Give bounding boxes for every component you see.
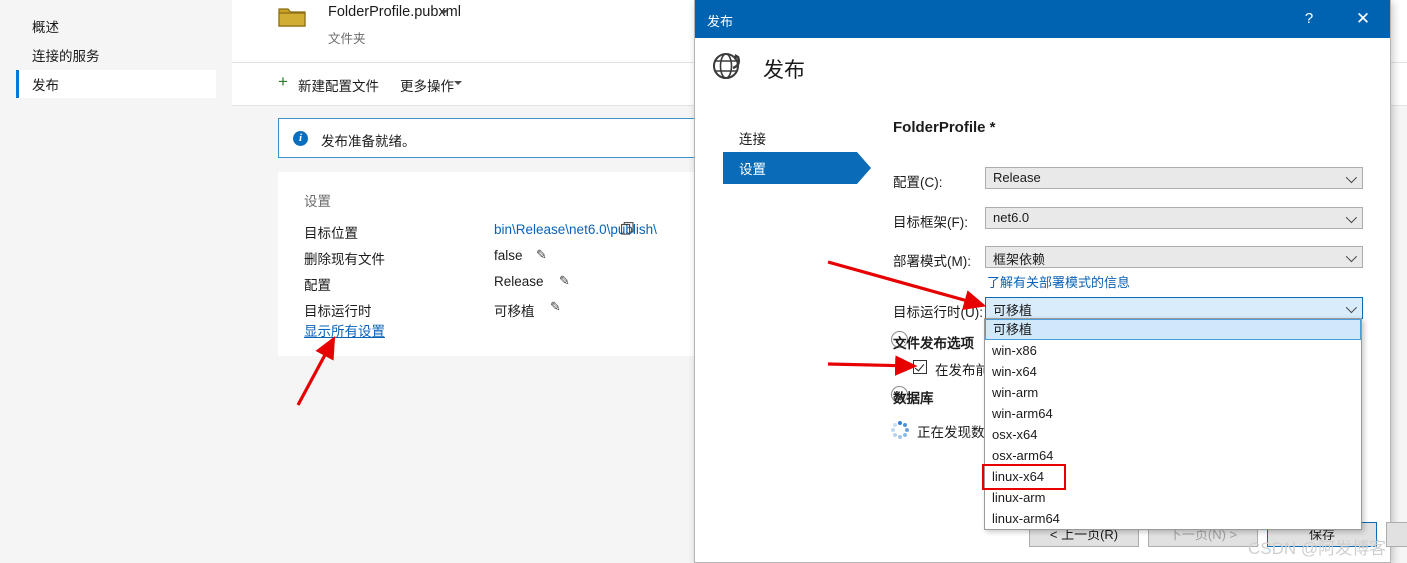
field-label-deployment-mode: 部署模式(M): bbox=[893, 254, 971, 269]
setting-label-delete-existing: 删除现有文件 bbox=[304, 252, 385, 267]
target-runtime-value: 可移植 bbox=[993, 303, 1033, 318]
setting-value-configuration: Release bbox=[494, 274, 544, 289]
setting-label-target-runtime: 目标运行时 bbox=[304, 304, 372, 319]
field-label-target-framework: 目标框架(F): bbox=[893, 215, 968, 230]
target-runtime-dropdown-list[interactable]: 可移植 win-x86 win-x64 win-arm win-arm64 os… bbox=[984, 318, 1362, 530]
chevron-down-icon[interactable] bbox=[440, 10, 448, 14]
dialog-nav-label: 设置 bbox=[739, 162, 766, 177]
new-profile-button[interactable]: 新建配置文件 bbox=[298, 75, 379, 95]
publish-precheck-checkbox[interactable] bbox=[913, 360, 927, 374]
sidebar-item-label: 连接的服务 bbox=[32, 49, 100, 64]
dialog-header: 发布 bbox=[695, 38, 1390, 100]
show-all-settings-link[interactable]: 显示所有设置 bbox=[304, 320, 385, 340]
loading-spinner-icon bbox=[891, 421, 909, 439]
setting-label-target-location: 目标位置 bbox=[304, 226, 358, 241]
dropdown-option-win-x64[interactable]: win-x64 bbox=[985, 361, 1361, 382]
dialog-titlebar: 发布 ? ✕ bbox=[695, 0, 1390, 38]
dialog-nav-connection[interactable]: 连接 bbox=[723, 122, 857, 154]
nav-selected-arrow-icon bbox=[857, 152, 871, 184]
more-actions-button[interactable]: 更多操作 bbox=[400, 75, 454, 95]
dialog-profile-title: FolderProfile * bbox=[893, 119, 996, 136]
publish-precheck-label: 在发布前 bbox=[935, 363, 989, 378]
section-file-publish-options: 文件发布选项 bbox=[893, 336, 974, 351]
dialog-nav-settings[interactable]: 设置 bbox=[723, 152, 857, 184]
info-circle-icon: i bbox=[293, 131, 308, 146]
chevron-down-icon bbox=[1345, 250, 1358, 263]
configuration-value: Release bbox=[993, 170, 1041, 185]
dropdown-option-osx-arm64[interactable]: osx-arm64 bbox=[985, 445, 1361, 466]
help-icon[interactable]: ? bbox=[1286, 0, 1332, 38]
target-runtime-combobox[interactable]: 可移植 bbox=[985, 297, 1363, 319]
chevron-down-icon bbox=[1345, 171, 1358, 184]
learn-deployment-mode-link[interactable]: 了解有关部署模式的信息 bbox=[987, 272, 1130, 291]
dropdown-option-osx-x64[interactable]: osx-x64 bbox=[985, 424, 1361, 445]
dropdown-option-win-x86[interactable]: win-x86 bbox=[985, 340, 1361, 361]
dropdown-option-win-arm[interactable]: win-arm bbox=[985, 382, 1361, 403]
dialog-nav-label: 连接 bbox=[739, 132, 766, 147]
chevron-down-icon[interactable] bbox=[454, 81, 462, 85]
pencil-icon[interactable]: ✎ bbox=[550, 299, 561, 315]
sidebar-item-label: 发布 bbox=[32, 78, 59, 93]
settings-card-title: 设置 bbox=[304, 194, 331, 209]
database-discover-status: 正在发现数 bbox=[917, 425, 985, 440]
sidebar-item-connected-services[interactable]: 连接的服务 bbox=[16, 41, 216, 69]
sidebar-item-overview[interactable]: 概述 bbox=[16, 12, 216, 40]
folder-icon bbox=[278, 8, 306, 27]
plus-icon: + bbox=[278, 72, 288, 91]
dialog-title: 发布 bbox=[707, 14, 734, 29]
globe-publish-icon bbox=[713, 53, 741, 79]
vs-sidebar: 概述 连接的服务 发布 bbox=[0, 0, 232, 563]
close-icon[interactable]: ✕ bbox=[1340, 0, 1386, 38]
dropdown-option-win-arm64[interactable]: win-arm64 bbox=[985, 403, 1361, 424]
target-framework-value: net6.0 bbox=[993, 210, 1030, 225]
dropdown-option-linux-arm[interactable]: linux-arm bbox=[985, 487, 1361, 508]
chevron-down-icon bbox=[1345, 301, 1358, 314]
deployment-mode-value: 框架依赖 bbox=[993, 252, 1046, 267]
copy-icon[interactable] bbox=[621, 222, 634, 235]
target-framework-combobox[interactable]: net6.0 bbox=[985, 207, 1363, 229]
sidebar-item-label: 概述 bbox=[32, 20, 59, 35]
dialog-header-title: 发布 bbox=[763, 59, 805, 82]
configuration-combobox[interactable]: Release bbox=[985, 167, 1363, 189]
dropdown-option-linux-arm64[interactable]: linux-arm64 bbox=[985, 508, 1361, 529]
sidebar-item-publish[interactable]: 发布 bbox=[16, 70, 216, 98]
profile-subtitle: 文件夹 bbox=[328, 32, 366, 46]
deployment-mode-combobox[interactable]: 框架依赖 bbox=[985, 246, 1363, 268]
info-bar-text: 发布准备就绪。 bbox=[321, 134, 416, 149]
pencil-icon[interactable]: ✎ bbox=[536, 247, 547, 263]
dropdown-option-portable[interactable]: 可移植 bbox=[985, 319, 1361, 340]
field-label-target-runtime: 目标运行时(U): bbox=[893, 305, 983, 320]
setting-label-configuration: 配置 bbox=[304, 278, 331, 293]
watermark: CSDN @阿发博客 bbox=[1248, 539, 1387, 558]
pencil-icon[interactable]: ✎ bbox=[559, 273, 570, 289]
section-database: 数据库 bbox=[893, 391, 934, 406]
field-label-configuration: 配置(C): bbox=[893, 175, 943, 190]
annotation-highlight-linux-x64 bbox=[982, 464, 1066, 490]
chevron-down-icon bbox=[1345, 211, 1358, 224]
setting-value-target-runtime: 可移植 bbox=[494, 304, 535, 319]
setting-value-delete-existing: false bbox=[494, 248, 523, 263]
cancel-button[interactable]: 取消 bbox=[1386, 522, 1407, 547]
